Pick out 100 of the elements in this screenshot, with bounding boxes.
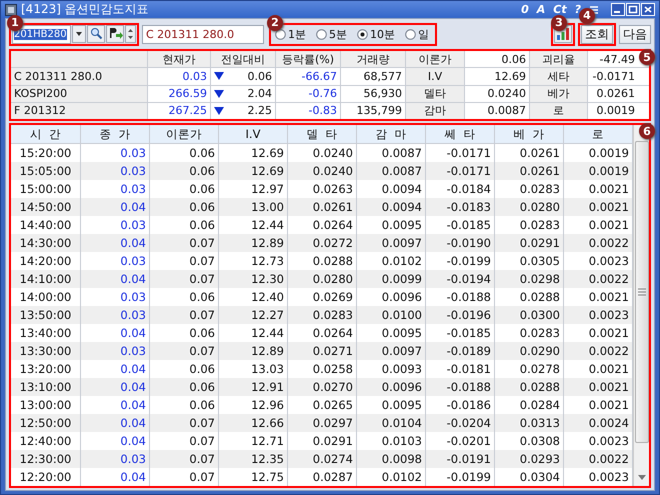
column-header[interactable]: 시 간 (11, 125, 81, 143)
table-cell: 0.0313 (495, 414, 564, 432)
table-cell: 0.0297 (288, 414, 357, 432)
column-header[interactable]: 쎄 타 (426, 125, 495, 143)
table-cell: 0.0274 (288, 450, 357, 468)
window-icon (5, 4, 17, 16)
table-cell: 12:30:00 (11, 450, 81, 468)
period-radio[interactable]: 10분 (357, 26, 395, 42)
table-cell: 12.35 (219, 450, 288, 468)
table-cell: 0.0270 (288, 378, 357, 396)
radio-icon (275, 28, 286, 40)
query-button[interactable]: 조회 (581, 24, 613, 44)
table-cell: 0.0097 (357, 234, 426, 252)
table-cell: 0.0261 (495, 162, 564, 180)
table-cell: 0.0104 (357, 414, 426, 432)
radio-icon (316, 28, 327, 40)
column-header[interactable]: 감 마 (357, 125, 426, 143)
summary-header: 이론가 (406, 51, 465, 68)
table-cell: 14:10:00 (11, 270, 81, 288)
table-cell: 13:10:00 (11, 378, 81, 396)
table-cell: 0.07 (150, 306, 219, 324)
change-cell: 2.04 (248, 87, 272, 100)
minimize-icon[interactable] (611, 3, 625, 16)
table-cell: 0.03 (81, 306, 150, 324)
table-cell: 0.0271 (288, 342, 357, 360)
column-header[interactable]: 종 가 (81, 125, 150, 143)
title-tool[interactable]: Ct (553, 3, 567, 16)
instrument-name: KOSPI200 (11, 86, 148, 102)
radio-icon (405, 28, 416, 40)
title-tool[interactable]: 0 (521, 3, 529, 16)
table-cell: 12.91 (219, 378, 288, 396)
table-cell: 0.0096 (357, 378, 426, 396)
table-cell: 12.89 (219, 234, 288, 252)
title-tool[interactable]: A (536, 3, 546, 16)
table-cell: 0.0094 (357, 198, 426, 216)
column-header[interactable]: I.V (219, 125, 288, 143)
table-cell: 12:20:00 (11, 468, 81, 486)
table-cell: -0.0190 (426, 234, 495, 252)
table-cell: 0.04 (81, 198, 150, 216)
table-cell: 0.0290 (495, 342, 564, 360)
table-cell: 12:50:00 (11, 414, 81, 432)
period-radio[interactable]: 일 (405, 26, 429, 42)
table-cell: 0.0097 (357, 342, 426, 360)
scroll-thumb[interactable] (634, 141, 648, 443)
table-cell: 12.27 (219, 306, 288, 324)
table-cell: -0.0171 (426, 162, 495, 180)
table-cell: 0.07 (150, 414, 219, 432)
greek-label: 베가 (530, 86, 588, 102)
summary-header: 등락률(%) (276, 51, 341, 68)
summary-header: 현재가 (148, 51, 211, 68)
maximize-icon[interactable] (626, 3, 640, 16)
table-cell: 0.06 (150, 198, 219, 216)
menu-icon[interactable] (589, 4, 599, 16)
window-title: [4123] 옵션민감도지표 (21, 1, 149, 18)
greek-label: 델타 (406, 86, 465, 102)
greek-label: 감마 (406, 102, 465, 119)
scroll-down-icon[interactable] (638, 475, 646, 480)
search-icon[interactable] (87, 25, 105, 43)
period-radio[interactable]: 5분 (316, 26, 347, 42)
table-cell: 0.07 (150, 270, 219, 288)
table-cell: 0.03 (81, 450, 150, 468)
table-cell: 0.0099 (357, 270, 426, 288)
callout-badge: 5 (639, 49, 655, 65)
summary-header: 괴리율 (530, 51, 588, 68)
summary-header: 전일대비 (211, 51, 276, 68)
table-cell: 0.0298 (495, 270, 564, 288)
table-cell: 0.0261 (288, 198, 357, 216)
next-button[interactable]: 다음 (619, 24, 651, 44)
table-cell: 0.04 (81, 270, 150, 288)
table-cell: 0.0293 (495, 450, 564, 468)
title-tool[interactable]: ? (574, 3, 581, 16)
table-cell: 0.0287 (288, 468, 357, 486)
greek-label: 로 (530, 102, 588, 119)
column-header[interactable]: 델 타 (288, 125, 357, 143)
table-cell: 12.89 (219, 342, 288, 360)
table-cell: -0.0183 (426, 198, 495, 216)
table-cell: 0.0304 (495, 468, 564, 486)
dropdown-icon[interactable] (72, 25, 86, 43)
table-cell: 0.07 (150, 468, 219, 486)
summary-header: 거래량 (341, 51, 406, 68)
table-cell: 12.69 (219, 162, 288, 180)
table-cell: 0.0288 (495, 378, 564, 396)
table-cell: 0.0102 (357, 468, 426, 486)
table-cell: -0.0194 (426, 270, 495, 288)
table-cell: 0.0240 (288, 162, 357, 180)
change-cell: 2.25 (248, 104, 272, 118)
table-cell: 0.0283 (288, 306, 357, 324)
column-header[interactable]: 이론가 (150, 125, 219, 143)
table-cell: 0.04 (81, 378, 150, 396)
table-cell: 0.03 (81, 342, 150, 360)
scrollbar[interactable] (633, 125, 649, 486)
table-cell: 12.75 (219, 468, 288, 486)
table-cell: 0.0272 (288, 234, 357, 252)
table-cell: 0.0280 (495, 198, 564, 216)
greek-label: I.V (406, 68, 465, 84)
code-field[interactable]: 201HB280 (12, 24, 71, 44)
column-header[interactable]: 베 가 (495, 125, 564, 143)
close-icon[interactable] (641, 3, 655, 16)
spin-icon[interactable] (125, 25, 136, 43)
radio-icon (357, 28, 368, 40)
